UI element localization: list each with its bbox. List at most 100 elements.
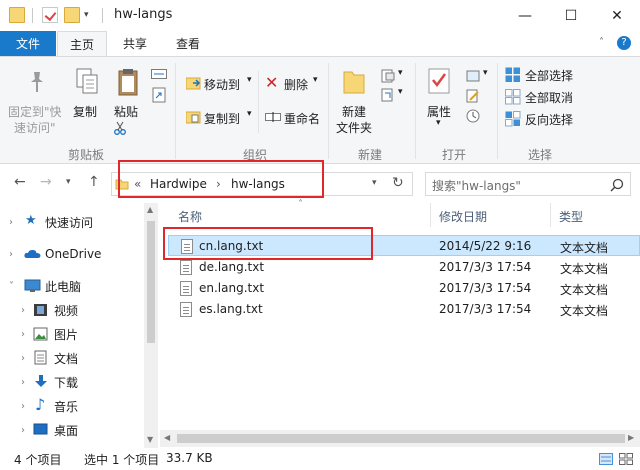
details-view-icon[interactable] (599, 453, 613, 465)
new-folder-icon[interactable] (342, 67, 366, 95)
properties-quick-icon[interactable] (42, 7, 58, 23)
sidebar-item-desktop[interactable]: › 桌面 (0, 419, 145, 441)
select-none-button[interactable]: 全部取消 (525, 89, 573, 106)
divider (32, 8, 33, 23)
divider (175, 63, 176, 159)
tab-file[interactable]: 文件 (0, 31, 56, 56)
tab-view[interactable]: 查看 (163, 31, 213, 56)
scrollbar-thumb[interactable] (147, 221, 155, 343)
copy-button[interactable]: 复制 (73, 103, 97, 120)
help-icon[interactable]: ? (617, 36, 631, 50)
search-box[interactable]: 搜索"hw-langs" (425, 172, 631, 196)
new-folder-label-2[interactable]: 文件夹 (336, 119, 372, 136)
new-folder-quick-icon[interactable] (64, 7, 80, 23)
large-icons-view-icon[interactable] (619, 453, 633, 465)
copy-icon[interactable] (75, 67, 99, 97)
forward-arrow-icon[interactable]: → (40, 174, 52, 190)
delete-button[interactable]: 删除 (284, 76, 308, 93)
properties-icon[interactable] (427, 67, 451, 95)
sidebar-item-documents[interactable]: › 文档 (0, 347, 145, 369)
star-icon: ★ (25, 213, 37, 228)
sidebar-item-downloads[interactable]: › 下载 (0, 371, 145, 393)
scrollbar-thumb[interactable] (177, 434, 625, 443)
easy-access-icon[interactable] (381, 88, 395, 102)
scroll-right-arrow-icon[interactable]: ▶ (628, 433, 634, 442)
new-item-icon[interactable] (381, 69, 395, 83)
column-header-date[interactable]: 修改日期 (439, 208, 487, 225)
recent-locations-chevron-icon[interactable]: ▾ (66, 177, 71, 187)
open-icon[interactable] (466, 69, 480, 83)
delete-chevron-icon[interactable]: ▾ (313, 75, 318, 85)
documents-icon (34, 350, 47, 365)
new-folder-label[interactable]: 新建 (342, 103, 366, 120)
close-button[interactable]: ✕ (594, 0, 640, 31)
sidebar-item-this-pc[interactable]: ˅ 此电脑 (0, 275, 145, 297)
sidebar-item-videos[interactable]: › 视频 (0, 299, 145, 321)
refresh-icon[interactable]: ↻ (392, 175, 404, 191)
expand-chevron-icon[interactable]: › (21, 377, 25, 388)
column-header-name[interactable]: 名称 (178, 208, 202, 225)
open-chevron-icon[interactable]: ▾ (483, 68, 488, 78)
scroll-down-arrow-icon[interactable]: ▼ (147, 435, 153, 444)
column-header-type[interactable]: 类型 (559, 208, 583, 225)
back-arrow-icon[interactable]: ← (14, 174, 26, 190)
divider (258, 71, 259, 133)
file-row-de[interactable]: de.lang.txt 2017/3/3 17:54 文本文档 (168, 257, 640, 278)
rename-button[interactable]: 重命名 (284, 110, 320, 127)
copy-path-icon[interactable] (151, 69, 167, 79)
search-input[interactable]: 搜索"hw-langs" (432, 177, 521, 194)
properties-chevron-icon[interactable]: ▾ (436, 118, 441, 128)
up-arrow-icon[interactable]: ↑ (88, 174, 100, 190)
expand-chevron-icon[interactable]: › (21, 353, 25, 364)
horizontal-scrollbar[interactable]: ◀ ▶ (160, 430, 640, 447)
expand-chevron-icon[interactable]: › (21, 425, 25, 436)
sidebar-item-onedrive[interactable]: › OneDrive (0, 243, 145, 265)
easy-access-chevron-icon[interactable]: ▾ (398, 87, 403, 97)
file-name: de.lang.txt (199, 260, 265, 274)
paste-button[interactable]: 粘贴 (114, 103, 138, 120)
selected-size: 33.7 KB (166, 451, 213, 465)
history-icon[interactable] (466, 109, 480, 123)
nav-scrollbar[interactable]: ▲ ▼ (144, 203, 158, 448)
column-divider[interactable] (550, 203, 551, 227)
address-history-chevron-icon[interactable]: ▾ (372, 178, 377, 188)
copy-to-chevron-icon[interactable]: ▾ (247, 109, 252, 119)
paste-shortcut-icon[interactable] (152, 87, 166, 103)
column-divider[interactable] (430, 203, 431, 227)
minimize-button[interactable]: — (502, 0, 548, 31)
select-all-button[interactable]: 全部选择 (525, 67, 573, 84)
file-type: 文本文档 (560, 283, 609, 297)
pin-icon (31, 72, 43, 92)
file-date: 2017/3/3 17:54 (439, 260, 532, 274)
expand-chevron-icon[interactable]: › (9, 249, 13, 260)
scroll-left-arrow-icon[interactable]: ◀ (164, 433, 170, 442)
edit-icon[interactable] (466, 89, 480, 103)
sidebar-item-music[interactable]: › ♪ 音乐 (0, 395, 145, 417)
collapse-ribbon-chevron-icon[interactable]: ˄ (599, 37, 604, 48)
sidebar-item-pictures[interactable]: › 图片 (0, 323, 145, 345)
expand-chevron-icon[interactable]: › (21, 329, 25, 340)
expand-chevron-icon[interactable]: › (21, 401, 25, 412)
file-type: 文本文档 (560, 304, 609, 318)
copy-to-button[interactable]: 复制到 (204, 110, 240, 127)
move-to-chevron-icon[interactable]: ▾ (247, 75, 252, 85)
paste-icon[interactable] (116, 67, 140, 97)
move-to-button[interactable]: 移动到 (204, 76, 240, 93)
expand-chevron-icon[interactable]: › (9, 217, 13, 228)
collapse-chevron-icon[interactable]: ˅ (9, 281, 14, 292)
file-row-en[interactable]: en.lang.txt 2017/3/3 17:54 文本文档 (168, 278, 640, 299)
tab-home[interactable]: 主页 (57, 31, 107, 56)
cut-icon[interactable] (114, 121, 126, 135)
desktop-icon (33, 423, 48, 435)
customize-toolbar-chevron-icon[interactable]: ▾ (84, 10, 100, 26)
search-icon[interactable] (610, 178, 624, 192)
maximize-button[interactable]: ☐ (548, 0, 594, 31)
tab-share[interactable]: 共享 (110, 31, 160, 56)
scroll-up-arrow-icon[interactable]: ▲ (147, 205, 153, 214)
invert-selection-button[interactable]: 反向选择 (525, 111, 573, 128)
expand-chevron-icon[interactable]: › (21, 305, 25, 316)
new-item-chevron-icon[interactable]: ▾ (398, 68, 403, 78)
sidebar-item-quick-access[interactable]: › ★ 快速访问 (0, 211, 145, 233)
sidebar-item-label: 下载 (54, 375, 79, 390)
file-row-es[interactable]: es.lang.txt 2017/3/3 17:54 文本文档 (168, 299, 640, 320)
